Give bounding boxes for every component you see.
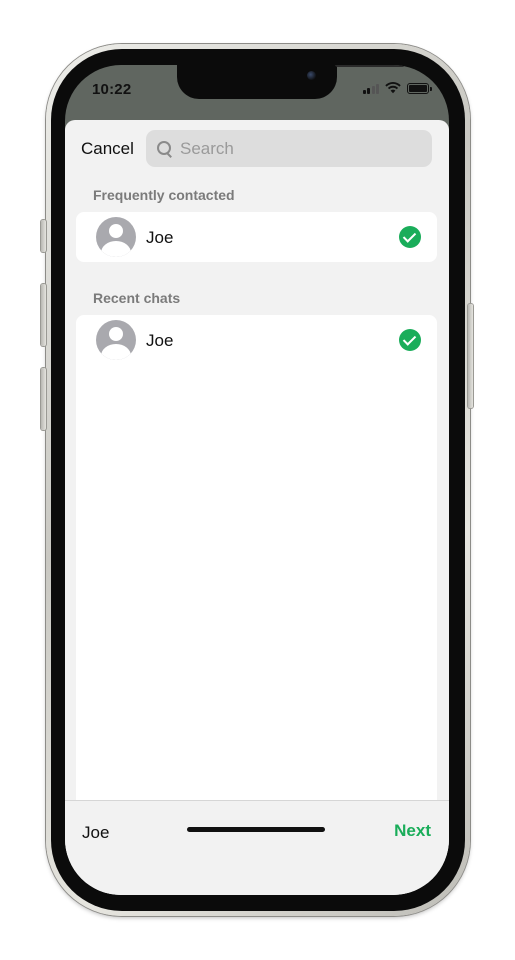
selected-contacts-summary: Joe (82, 823, 110, 842)
power-button (468, 304, 473, 408)
contact-name: Joe (146, 228, 174, 247)
recent-chats-list: Joe (76, 315, 437, 805)
earpiece-speaker (335, 65, 405, 67)
section-header-recent-chats: Recent chats (93, 290, 181, 306)
contact-row[interactable]: Joe (76, 315, 437, 365)
volume-down-button (41, 368, 46, 430)
volume-up-button (41, 284, 46, 346)
status-time: 10:22 (92, 81, 132, 98)
avatar (96, 320, 136, 360)
search-input[interactable] (180, 138, 410, 159)
frequently-contacted-list: Joe (76, 212, 437, 262)
contact-row[interactable]: Joe (76, 212, 437, 262)
silent-switch (41, 220, 46, 252)
cellular-signal-icon (362, 83, 379, 94)
notch (177, 65, 405, 99)
wifi-icon (385, 82, 401, 94)
search-field[interactable] (146, 130, 432, 167)
cancel-button[interactable]: Cancel (81, 139, 134, 159)
contact-picker-sheet: Cancel Frequently contacted Joe Recent c… (65, 120, 449, 895)
section-header-frequently-contacted: Frequently contacted (93, 187, 235, 203)
search-row: Cancel (65, 130, 449, 168)
contact-name: Joe (146, 331, 174, 350)
checkmark-selected-icon[interactable] (399, 226, 421, 248)
search-icon (156, 140, 174, 158)
next-button[interactable]: Next (394, 821, 431, 841)
battery-icon (407, 82, 432, 94)
phone-screen: 10:22 Cancel Frequ (65, 65, 449, 895)
status-bar: 10:22 (65, 65, 449, 121)
selection-footer: Joe Next (65, 800, 449, 895)
status-icons (362, 82, 432, 94)
avatar (96, 217, 136, 257)
checkmark-selected-icon[interactable] (399, 329, 421, 351)
home-indicator[interactable] (187, 827, 325, 832)
front-camera-icon (307, 71, 316, 80)
